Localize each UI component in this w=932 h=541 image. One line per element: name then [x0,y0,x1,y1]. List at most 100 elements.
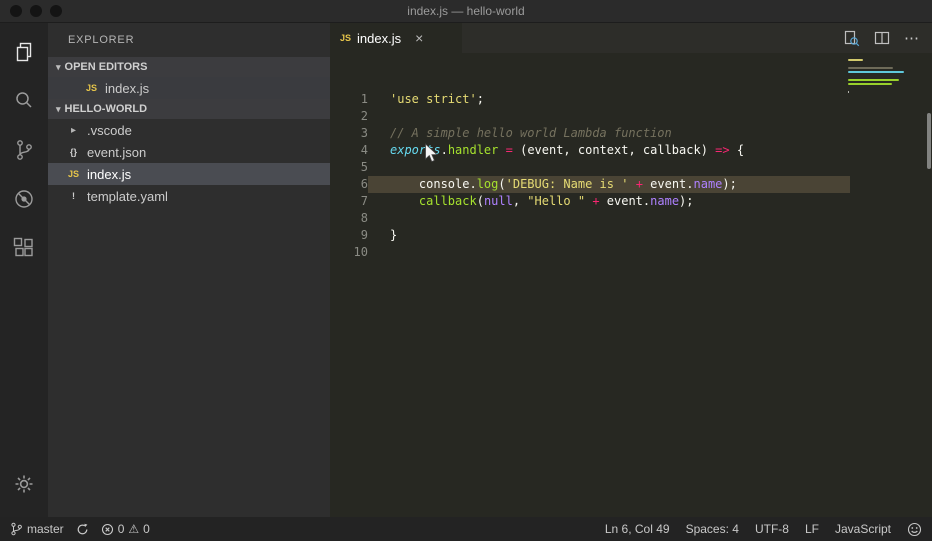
feedback-smiley-icon[interactable] [907,522,922,537]
git-branch-indicator[interactable]: master [10,522,64,536]
chevron-down-icon: ▾ [56,103,61,114]
line-content: callback(null, "Hello " + event.name); [418,194,694,208]
section-label: OPEN EDITORS [64,61,148,73]
file-item-index.js[interactable]: JS index.js [48,163,330,185]
editor-group: JS index.js × ⋯ 1 'use strict'; 2 3 // A… [330,23,932,517]
minimap[interactable] [848,59,908,99]
file-item-event.json[interactable]: {} event.json [48,141,330,163]
code-line-3[interactable]: 3 // A simple hello world Lambda function [330,125,932,142]
minimap-line [848,91,849,93]
file-name: index.js [105,80,150,96]
line-number[interactable]: 8 [330,210,368,227]
minimap-line [848,71,904,73]
workbench: EXPLORER ▾ OPEN EDITORS JS index.js ▾ HE… [0,23,932,517]
settings-gear-icon[interactable] [0,461,48,507]
extensions-icon[interactable] [0,225,48,271]
line-number[interactable]: 10 [330,244,368,261]
explorer-icon[interactable] [0,29,48,75]
status-bar-right: Ln 6, Col 49 Spaces: 4 UTF-8 LF JavaScri… [605,522,922,537]
js-file-icon: JS [85,83,97,93]
line-number[interactable]: 4 [330,142,368,159]
status-bar-left: master 0 ⚠ 0 [10,522,150,536]
code-line-7[interactable]: 7 callback(null, "Hello " + event.name); [330,193,932,210]
code-line-1[interactable]: 1 'use strict'; [330,91,932,108]
window-title: index.js — hello-world [407,4,525,18]
line-content: } [390,228,398,242]
code-line-6[interactable]: 6 console.log('DEBUG: Name is ' + event.… [330,176,932,193]
tab-label: index.js [357,30,402,46]
yaml-file-icon: ! [72,191,75,201]
cursor-position[interactable]: Ln 6, Col 49 [605,522,670,536]
sync-button[interactable] [76,523,89,536]
git-branch-icon [11,522,22,536]
js-file-icon: JS [340,33,352,43]
language-mode[interactable]: JavaScript [835,522,891,536]
code-editor[interactable]: 1 'use strict'; 2 3 // A simple hello world … [330,53,932,517]
line-content: console.log('DEBUG: Name is ' + event.na… [368,176,850,193]
line-content: // A simple hello world Lambda function [390,126,672,140]
line-content [368,108,850,125]
minimap-line [848,79,899,81]
open-editors-header[interactable]: ▾ OPEN EDITORS [48,57,330,77]
line-number[interactable]: 9 [330,227,368,244]
line-number[interactable]: 7 [330,193,368,210]
line-content: exports.handler = (event, context, callb… [390,143,745,157]
activity-bar [0,23,48,517]
tab-bar: JS index.js × ⋯ [330,23,932,53]
indentation-setting[interactable]: Spaces: 4 [686,522,739,536]
close-tab-icon[interactable]: × [415,30,423,46]
line-content [368,244,850,261]
minimap-line [848,67,893,69]
json-file-icon: {} [69,147,77,157]
error-count: 0 [117,522,125,536]
folder-section-header[interactable]: ▾ HELLO-WORLD [48,99,330,119]
chevron-right-icon: ▸ [70,124,77,136]
encoding-setting[interactable]: UTF-8 [755,522,789,536]
code-line-5[interactable]: 5 [330,159,932,176]
maximize-window-button[interactable] [50,5,62,17]
split-editor-icon[interactable] [874,30,890,46]
minimap-line [848,59,863,61]
file-name: event.json [87,144,147,160]
scrollbar-thumb[interactable] [927,113,931,169]
file-item-template.yaml[interactable]: ! template.yaml [48,185,330,207]
titlebar: index.js — hello-world [0,0,932,23]
eol-setting[interactable]: LF [805,522,819,536]
minimize-window-button[interactable] [30,5,42,17]
source-control-icon[interactable] [0,127,48,173]
tab-indexjs[interactable]: JS index.js × [330,23,462,53]
file-item-.vscode[interactable]: ▸ .vscode [48,119,330,141]
editor-actions: ⋯ [843,23,932,53]
code-line-8[interactable]: 8 [330,210,932,227]
mouse-cursor [425,143,439,163]
debug-icon[interactable] [0,176,48,222]
find-in-file-icon[interactable] [843,30,860,47]
section-label: HELLO-WORLD [64,103,148,115]
traffic-lights [10,5,62,17]
code-line-2[interactable]: 2 [330,108,932,125]
line-content [368,210,850,227]
line-number[interactable]: 2 [330,108,368,125]
file-name: index.js [87,166,132,182]
open-editor-item-indexjs[interactable]: JS index.js [48,77,330,99]
minimap-line [848,83,892,85]
more-actions-icon[interactable]: ⋯ [904,29,920,47]
search-icon[interactable] [0,78,48,124]
warning-count: 0 [143,522,150,536]
code-line-4[interactable]: 4 exports.handler = (event, context, call… [330,142,932,159]
branch-name: master [27,522,64,536]
line-content: 'use strict'; [390,92,484,106]
code-line-10[interactable]: 10 [330,244,932,261]
line-number[interactable]: 5 [330,159,368,176]
line-number[interactable]: 6 [330,176,368,193]
code-line-9[interactable]: 9} [330,227,932,244]
warning-icon: ⚠ [128,522,140,536]
problems-indicator[interactable]: 0 ⚠ 0 [101,522,150,536]
line-number[interactable]: 3 [330,125,368,142]
file-name: template.yaml [87,188,168,204]
line-number[interactable]: 1 [330,91,368,108]
close-window-button[interactable] [10,5,22,17]
file-tree: ▸ .vscode {} event.json JS index.js! template.… [48,119,330,207]
line-content [368,159,850,176]
js-file-icon: JS [67,169,79,179]
